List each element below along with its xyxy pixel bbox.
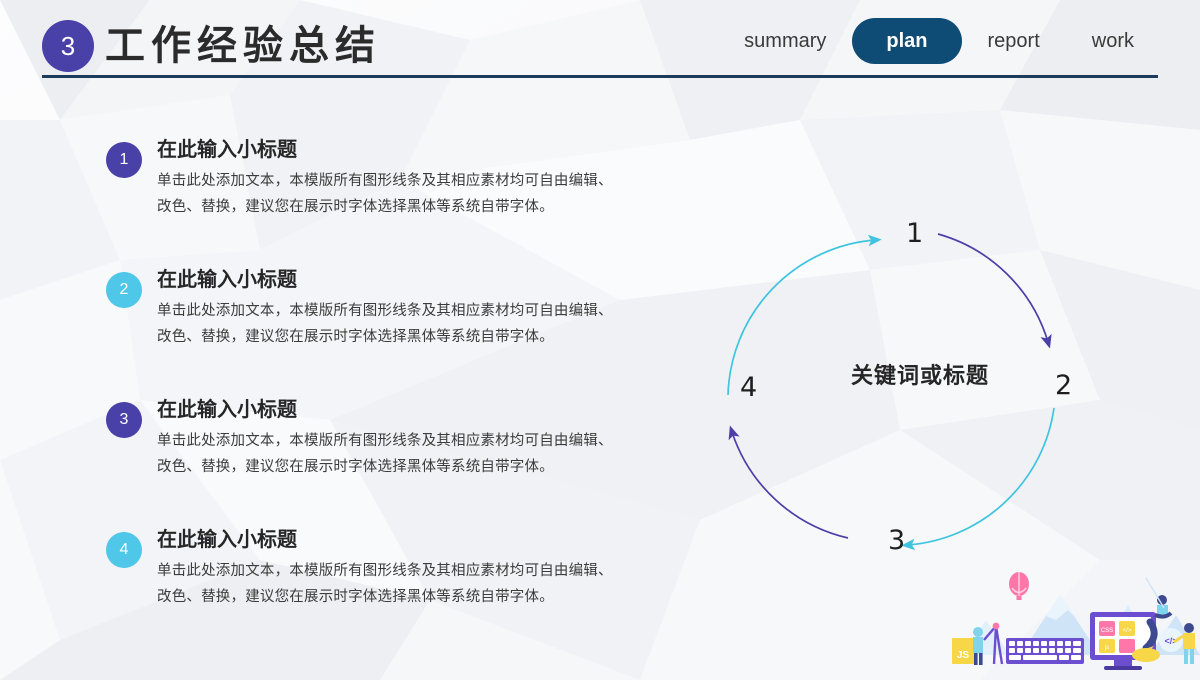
list-item-body: 在此输入小标题 单击此处添加文本，本模版所有图形线条及其相应素材均可自由编辑、 … bbox=[157, 396, 717, 480]
svg-text:CSS: CSS bbox=[1101, 628, 1113, 634]
list-item[interactable]: 2 在此输入小标题 单击此处添加文本，本模版所有图形线条及其相应素材均可自由编辑… bbox=[106, 266, 716, 396]
list-item-description-line2: 改色、替换，建议您在展示时字体选择黑体等系统自带字体。 bbox=[157, 459, 554, 475]
list-item-description-line2: 改色、替换，建议您在展示时字体选择黑体等系统自带字体。 bbox=[157, 199, 554, 215]
balloon-icon bbox=[1009, 572, 1029, 600]
top-navigation: summary plan report work bbox=[718, 18, 1160, 64]
page-title: 工作经验总结 bbox=[105, 24, 381, 68]
list-item-title: 在此输入小标题 bbox=[157, 269, 297, 291]
list-item-description-line1: 单击此处添加文本，本模版所有图形线条及其相应素材均可自由编辑、 bbox=[157, 303, 613, 319]
list-item-description-line1: 单击此处添加文本，本模版所有图形线条及其相应素材均可自由编辑、 bbox=[157, 173, 613, 189]
svg-text:JS: JS bbox=[957, 650, 970, 661]
header-divider bbox=[42, 75, 1158, 78]
list-item-body: 在此输入小标题 单击此处添加文本，本模版所有图形线条及其相应素材均可自由编辑、 … bbox=[157, 526, 717, 610]
slide: 3 工作经验总结 summary plan report work 1 在此输入… bbox=[0, 0, 1200, 680]
list-item[interactable]: 4 在此输入小标题 单击此处添加文本，本模版所有图形线条及其相应素材均可自由编辑… bbox=[106, 526, 716, 656]
nav-item-plan[interactable]: plan bbox=[852, 18, 962, 64]
nav-item-work[interactable]: work bbox=[1066, 18, 1160, 64]
developers-workspace-illustration: JS CSS </> js </> bbox=[952, 572, 1200, 670]
list-item[interactable]: 3 在此输入小标题 单击此处添加文本，本模版所有图形线条及其相应素材均可自由编辑… bbox=[106, 396, 716, 526]
list-item-description-line2: 改色、替换，建议您在展示时字体选择黑体等系统自带字体。 bbox=[157, 589, 554, 605]
list-item-body: 在此输入小标题 单击此处添加文本，本模版所有图形线条及其相应素材均可自由编辑、 … bbox=[157, 266, 717, 350]
nav-item-summary[interactable]: summary bbox=[718, 18, 852, 64]
list-item-title: 在此输入小标题 bbox=[157, 399, 297, 421]
list-item-title: 在此输入小标题 bbox=[157, 139, 297, 161]
bullet-list: 1 在此输入小标题 单击此处添加文本，本模版所有图形线条及其相应素材均可自由编辑… bbox=[106, 136, 716, 656]
cycle-node-1[interactable]: 1 bbox=[906, 218, 923, 249]
svg-text:js: js bbox=[1104, 645, 1109, 651]
list-item-number-badge: 3 bbox=[106, 402, 142, 438]
list-item-title: 在此输入小标题 bbox=[157, 529, 297, 551]
svg-text:</>: </> bbox=[1123, 628, 1132, 634]
list-item-description-line2: 改色、替换，建议您在展示时字体选择黑体等系统自带字体。 bbox=[157, 329, 554, 345]
list-item-body: 在此输入小标题 单击此处添加文本，本模版所有图形线条及其相应素材均可自由编辑、 … bbox=[157, 136, 717, 220]
list-item-description-line1: 单击此处添加文本，本模版所有图形线条及其相应素材均可自由编辑、 bbox=[157, 433, 613, 449]
cycle-node-3[interactable]: 3 bbox=[888, 525, 905, 556]
list-item-number-badge: 2 bbox=[106, 272, 142, 308]
cycle-diagram: 1 2 3 4 关键词或标题 bbox=[700, 180, 1140, 600]
list-item-number-badge: 1 bbox=[106, 142, 142, 178]
cycle-center-label: 关键词或标题 bbox=[850, 363, 989, 388]
list-item-number-badge: 4 bbox=[106, 532, 142, 568]
list-item-description-line1: 单击此处添加文本，本模版所有图形线条及其相应素材均可自由编辑、 bbox=[157, 563, 613, 579]
slide-header: 3 工作经验总结 summary plan report work bbox=[0, 0, 1200, 90]
list-item[interactable]: 1 在此输入小标题 单击此处添加文本，本模版所有图形线条及其相应素材均可自由编辑… bbox=[106, 136, 716, 266]
section-number-badge: 3 bbox=[42, 20, 94, 72]
nav-item-report[interactable]: report bbox=[962, 18, 1066, 64]
